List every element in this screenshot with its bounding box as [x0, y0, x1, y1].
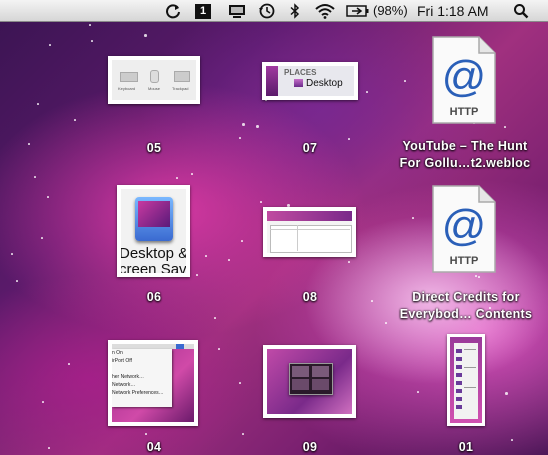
star [241, 240, 243, 242]
youtube-webloc-icon[interactable]: @ HTTP [431, 36, 497, 124]
menubar: 1 (98%) Fri 1:18 AM [0, 0, 548, 22]
desktop-item-07-thumbnail[interactable]: PLACES Desktop [262, 62, 358, 100]
star [89, 24, 91, 26]
star [366, 91, 368, 93]
sync-icon[interactable] [163, 2, 183, 20]
display-icon[interactable] [226, 2, 248, 20]
star [242, 123, 245, 126]
tall-window-screenshot [450, 337, 482, 423]
direct-credits-webloc-label[interactable]: Direct Credits for Everybod… Contents [398, 289, 534, 323]
star [239, 382, 241, 384]
desktop-item-06-thumbnail[interactable]: Desktop & creen Sav [117, 185, 190, 277]
star [504, 126, 506, 128]
desktop-item-09-thumbnail[interactable] [263, 345, 356, 418]
desktop-item-07-label[interactable]: 07 [290, 141, 330, 155]
wifi-icon[interactable] [313, 2, 337, 20]
star [218, 348, 220, 350]
star [34, 176, 36, 178]
star [239, 137, 241, 139]
airport-menu-screenshot: n On irPort Off her Network… Network… Ne… [112, 344, 194, 422]
star [191, 173, 193, 175]
star [242, 433, 244, 435]
desktop-item-04-label[interactable]: 04 [134, 440, 174, 454]
star [28, 143, 30, 145]
star [214, 317, 216, 319]
star [48, 447, 50, 449]
desktop-item-08-label[interactable]: 08 [290, 290, 330, 304]
desktop-item-01-thumbnail[interactable] [447, 334, 485, 426]
youtube-webloc-label[interactable]: YouTube – The Hunt For Gollu…t2.webloc [395, 138, 535, 172]
star [176, 177, 178, 179]
star [417, 391, 419, 393]
star [412, 217, 414, 219]
window-screenshot [267, 211, 352, 253]
star [16, 280, 18, 282]
menubar-clock[interactable]: Fri 1:18 AM [417, 3, 489, 19]
time-machine-icon[interactable] [256, 2, 278, 20]
spaces-number-icon[interactable]: 1 [194, 2, 212, 20]
star [505, 392, 508, 395]
finder-sidebar-screenshot: PLACES Desktop [266, 66, 354, 96]
star [260, 201, 262, 203]
star [196, 274, 198, 276]
desktop-item-05-thumbnail[interactable]: Keyboard Mouse Trackpad [108, 56, 200, 104]
airport-menu: n On irPort Off her Network… Network… Ne… [112, 349, 172, 407]
desktop-item-05-label[interactable]: 05 [134, 141, 174, 155]
direct-credits-webloc-icon[interactable]: @ HTTP [431, 185, 497, 273]
battery-icon[interactable] [346, 2, 370, 20]
star [511, 439, 513, 441]
star [42, 401, 44, 403]
star [478, 276, 480, 278]
prefs-screenshot: Keyboard Mouse Trackpad [112, 60, 196, 100]
star [145, 433, 147, 435]
star [41, 237, 43, 239]
spotlight-search-icon[interactable] [511, 2, 531, 20]
star [68, 363, 70, 365]
star [256, 125, 259, 128]
star [475, 275, 477, 277]
star [91, 40, 93, 42]
desktop-item-01-label[interactable]: 01 [446, 440, 486, 454]
star [348, 261, 350, 263]
star [47, 196, 49, 198]
star [371, 300, 373, 302]
spaces-screenshot [267, 349, 352, 414]
desktop-screensaver-screenshot: Desktop & creen Sav [121, 189, 186, 273]
star [205, 255, 207, 257]
star [144, 34, 147, 37]
star [348, 138, 350, 140]
svg-text:@: @ [442, 52, 487, 101]
star [404, 80, 406, 82]
star [11, 253, 13, 255]
bluetooth-icon[interactable] [287, 2, 303, 20]
desktop-item-04-thumbnail[interactable]: n On irPort Off her Network… Network… Ne… [108, 340, 198, 426]
star [37, 103, 39, 105]
star [228, 259, 230, 261]
desktop-item-06-label[interactable]: 06 [134, 290, 174, 304]
svg-text:@: @ [442, 201, 487, 250]
star [385, 322, 387, 324]
desktop-item-09-label[interactable]: 09 [290, 440, 330, 454]
star [74, 119, 76, 121]
battery-percent[interactable]: (98%) [373, 3, 408, 18]
star [49, 44, 51, 46]
desktop-item-08-thumbnail[interactable] [263, 207, 356, 257]
